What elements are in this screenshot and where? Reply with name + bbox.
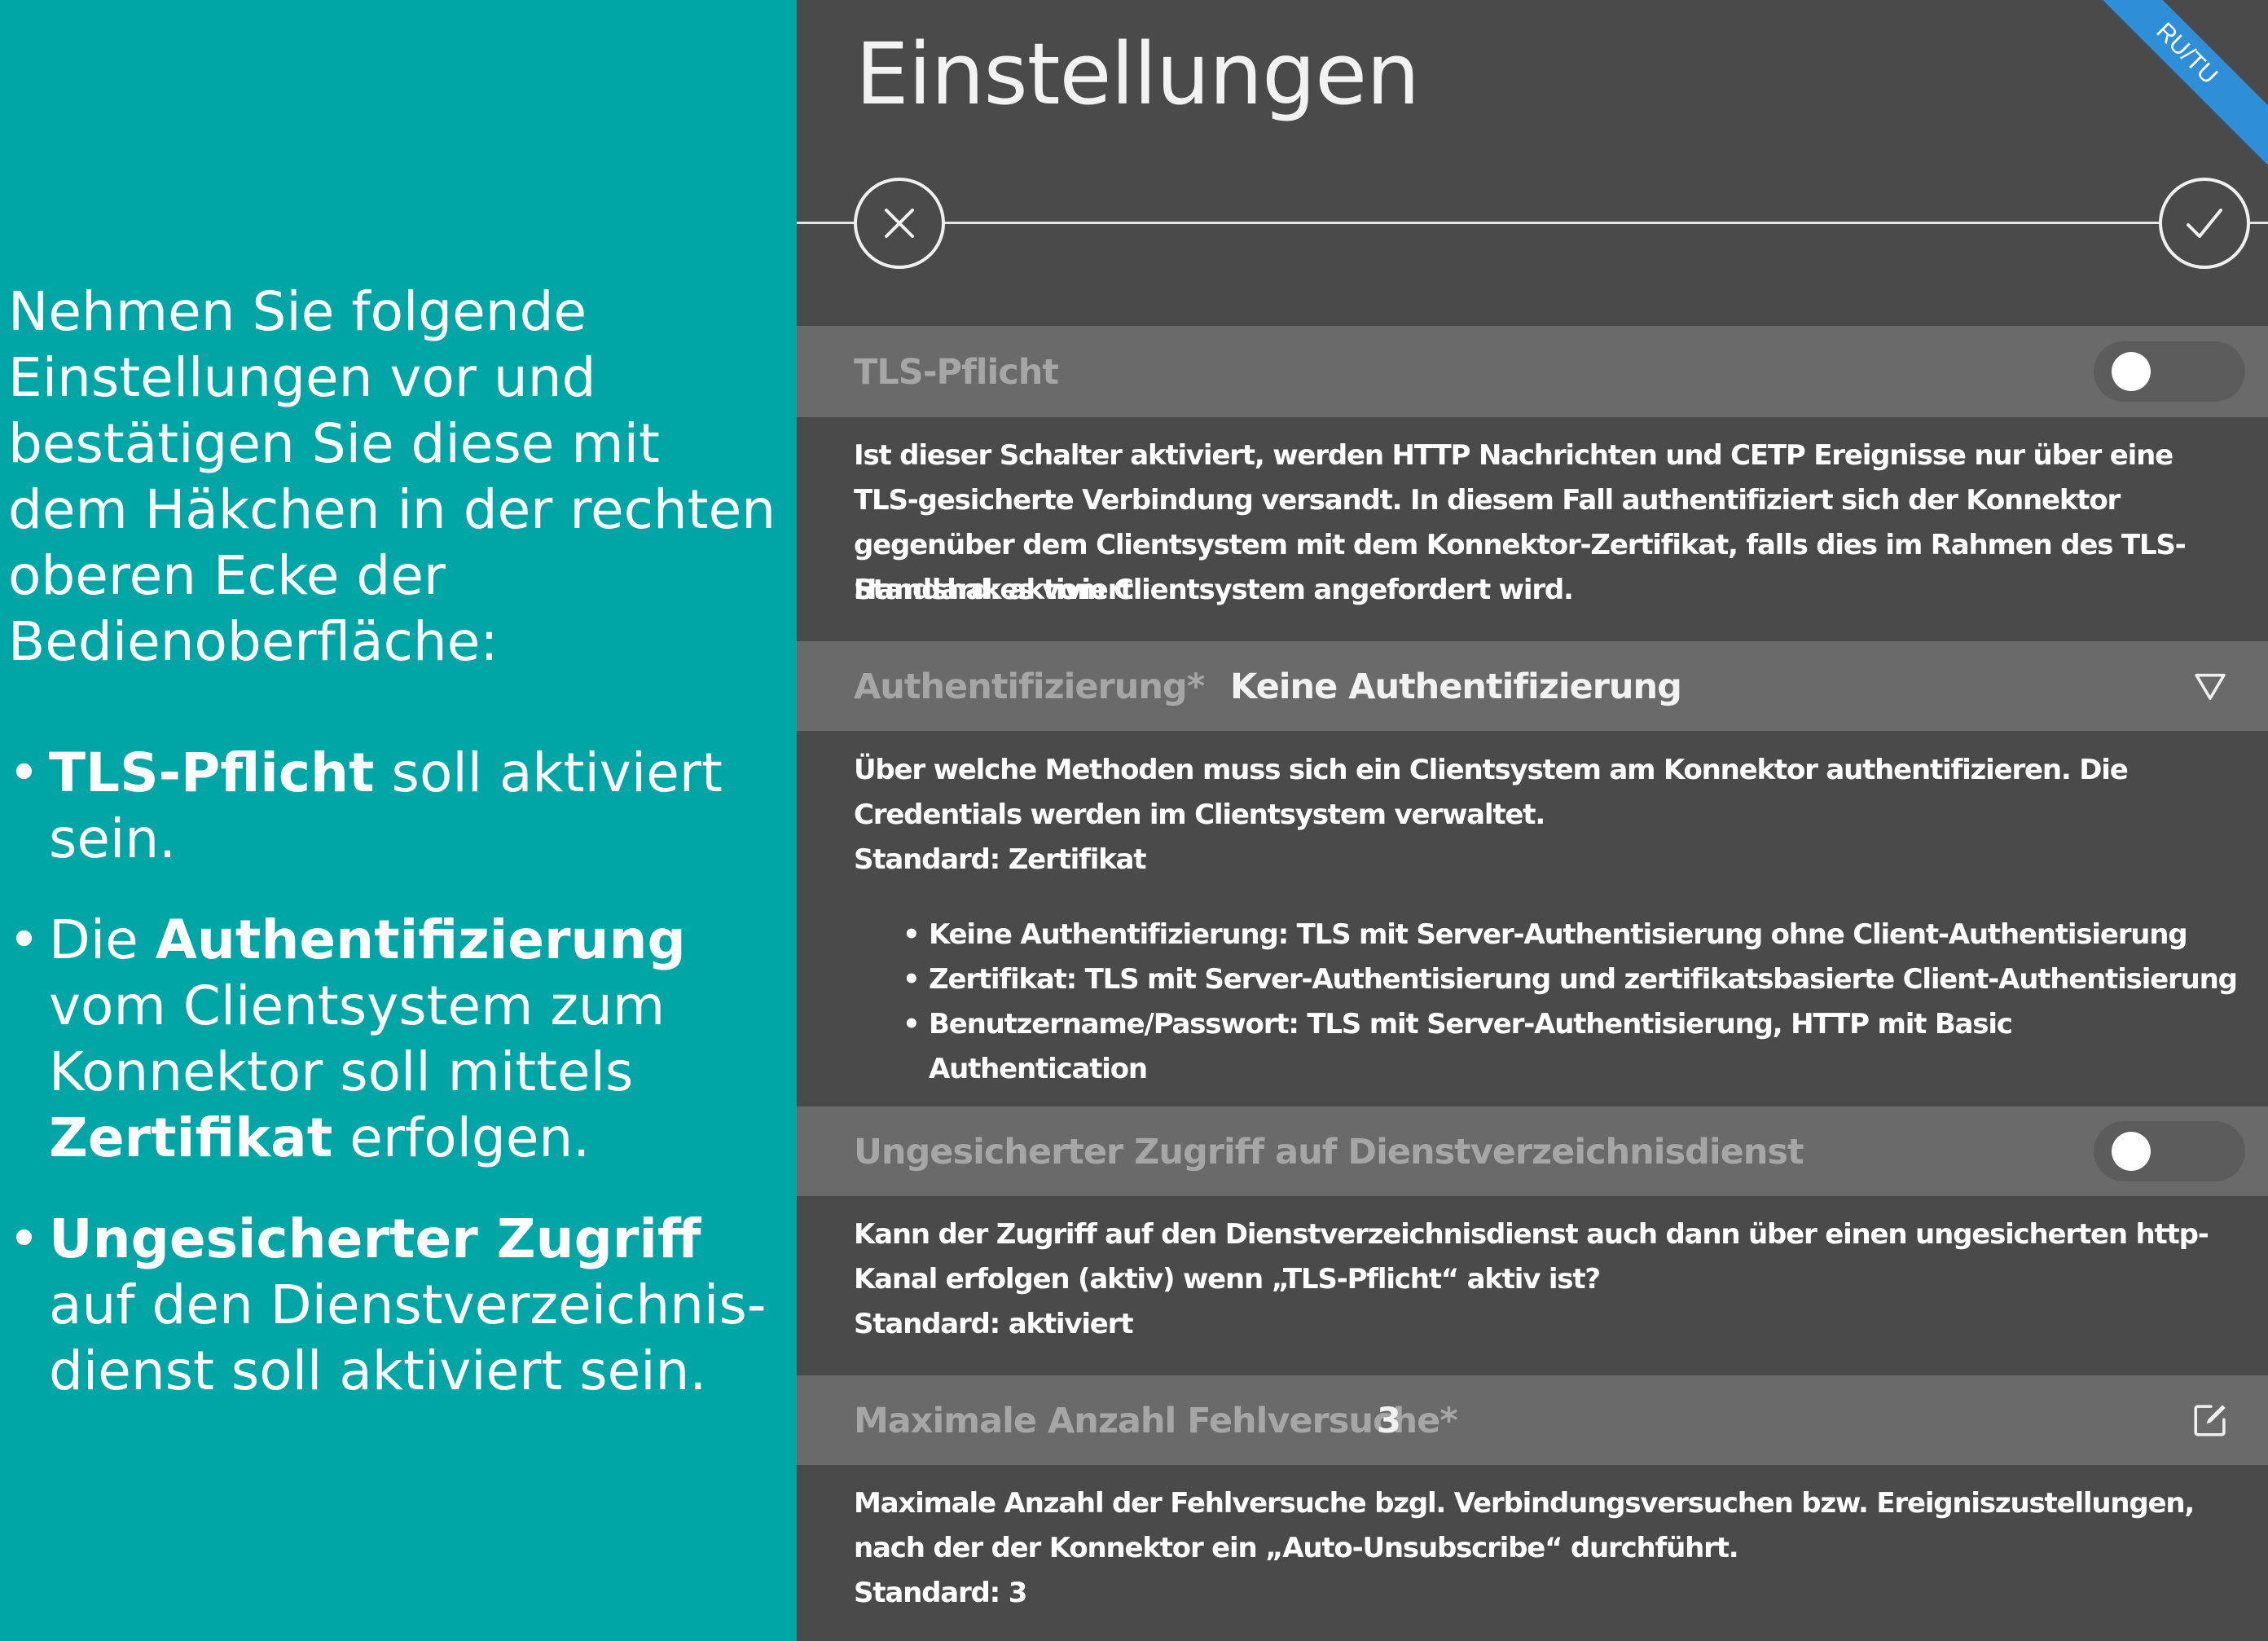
page-title: Einstellungen <box>855 24 1420 124</box>
edit-icon <box>2194 1405 2226 1436</box>
auth-option-item: Keine Authentifizierung: TLS mit Server-… <box>903 913 2239 957</box>
setting-label-max-attempts: Maximale Anzahl Fehlversuche* <box>854 1401 1458 1441</box>
instruction-item-auth-post: erfolgen. <box>332 1106 591 1169</box>
setting-default-auth: Standard: Zertifikat <box>854 843 1147 876</box>
instruction-item-unsecured-text: auf den Dienstverzeichnis-dienst soll ak… <box>49 1274 767 1402</box>
instruction-panel: Nehmen Sie folgende Einstellungen vor un… <box>0 0 797 1641</box>
instruction-list: • TLS-Pflicht soll aktiviert sein. • Die… <box>8 740 790 1439</box>
setting-row-tls: TLS-Pflicht <box>797 326 2268 417</box>
role-ribbon: RU/TU <box>2050 0 2268 190</box>
triangle-down-icon <box>2195 673 2226 700</box>
instruction-item-auth-mid: vom Clientsystem zum Konnektor soll mitt… <box>49 974 666 1103</box>
cancel-button[interactable] <box>854 178 945 269</box>
auth-select-value[interactable]: Keine Authentifizierung <box>1230 667 1682 707</box>
close-icon <box>885 209 914 238</box>
setting-description-auth: Über welche Methoden muss sich ein Clien… <box>854 754 2129 831</box>
setting-label-auth: Authentifizierung* <box>854 667 1205 707</box>
edit-button[interactable] <box>2188 1398 2232 1442</box>
instruction-item-tls-bold: TLS-Pflicht <box>49 741 375 804</box>
dropdown-button[interactable] <box>2188 664 2232 708</box>
max-attempts-value: 3 <box>1377 1401 1401 1441</box>
action-line-divider <box>797 222 2268 224</box>
instruction-item-auth: • Die Authentifizierung vom Clientsystem… <box>8 907 790 1171</box>
auth-option-list: Keine Authentifizierung: TLS mit Server-… <box>903 913 2239 1092</box>
setting-label-tls: TLS-Pflicht <box>854 352 1059 393</box>
auth-option-item: Zertifikat: TLS mit Server-Authentisieru… <box>903 957 2239 1002</box>
instruction-item-unsecured: • Ungesicherter Zugriff auf den Dienstve… <box>8 1206 790 1404</box>
confirm-button[interactable] <box>2159 178 2250 269</box>
instruction-item-auth-pre: Die <box>49 908 156 971</box>
instruction-item-auth-bold2: Zertifikat <box>49 1106 333 1169</box>
check-icon <box>2187 209 2222 238</box>
setting-description-max-attempts: Maximale Anzahl der Fehlversuche bzgl. V… <box>854 1487 2195 1564</box>
bullet-glyph: • <box>8 908 40 971</box>
instruction-item-tls: • TLS-Pflicht soll aktiviert sein. <box>8 740 790 872</box>
bullet-glyph: • <box>8 741 40 804</box>
setting-default-tls: Standard: aktiviert <box>854 574 1133 606</box>
unsecured-toggle[interactable] <box>2094 1121 2245 1181</box>
setting-row-max-attempts: Maximale Anzahl Fehlversuche* 3 <box>797 1375 2268 1465</box>
setting-row-unsecured: Ungesicherter Zugriff auf Dienstverzeich… <box>797 1106 2268 1196</box>
toggle-knob <box>2112 352 2151 391</box>
setting-row-auth[interactable]: Authentifizierung* Keine Authentifizieru… <box>797 641 2268 731</box>
tls-toggle[interactable] <box>2094 341 2245 402</box>
instruction-item-auth-bold: Authentifizierung <box>155 908 686 971</box>
settings-panel: Einstellungen RU/TU TLS-Pflicht Ist dies… <box>797 0 2268 1641</box>
instruction-item-unsecured-bold: Ungesicherter Zugriff <box>49 1208 701 1270</box>
setting-label-unsecured: Ungesicherter Zugriff auf Dienstverzeich… <box>854 1132 1804 1172</box>
toggle-knob <box>2112 1132 2151 1171</box>
instruction-intro: Nehmen Sie folgende Einstellungen vor un… <box>8 280 776 673</box>
setting-default-max-attempts: Standard: 3 <box>854 1577 1027 1609</box>
bullet-glyph: • <box>8 1208 40 1270</box>
setting-default-unsecured: Standard: aktiviert <box>854 1308 1133 1340</box>
auth-option-item: Benutzername/Passwort: TLS mit Server-Au… <box>903 1002 2239 1092</box>
setting-description-unsecured: Kann der Zugriff auf den Dienstverzeichn… <box>854 1218 2209 1296</box>
